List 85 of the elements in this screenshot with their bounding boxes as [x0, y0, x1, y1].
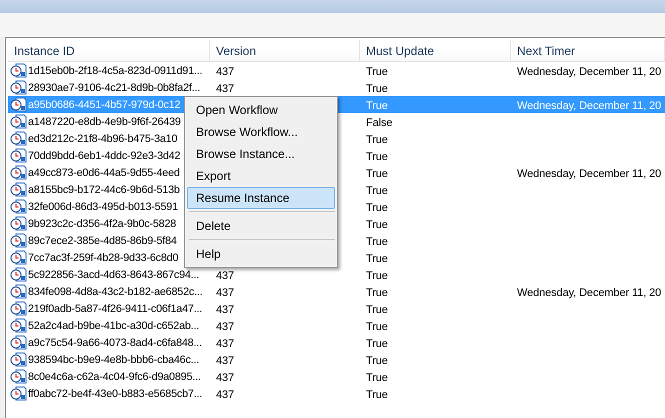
- menu-item[interactable]: Resume Instance: [187, 187, 335, 209]
- workflow-clock-icon: [10, 369, 27, 384]
- workflow-clock-icon: [10, 352, 27, 367]
- instance-id: 7cc7ac3f-259f-4b28-9d33-6c8d0: [28, 252, 178, 264]
- version-cell-text: 437: [215, 372, 234, 384]
- workflow-clock-icon: [10, 216, 27, 231]
- next-timer-cell-text: Wednesday, December 11, 20: [516, 286, 662, 298]
- workflow-clock-icon: [10, 284, 27, 299]
- must-update-cell-text: False: [365, 116, 392, 128]
- instance-id: a8155bc9-b172-44c6-9b6d-513b: [28, 184, 180, 196]
- menu-item[interactable]: Browse Instance...: [187, 143, 335, 165]
- column-header[interactable]: Version: [210, 40, 360, 62]
- must-update-cell-text: True: [365, 134, 388, 146]
- must-update-cell-text: True: [365, 320, 388, 332]
- instance-id: 28930ae7-9106-4c21-8d9b-0b8fa2f...: [28, 82, 200, 94]
- must-update-cell-text: True: [365, 304, 388, 316]
- version-cell-text: 437: [215, 270, 234, 282]
- must-update-cell-text: True: [365, 252, 388, 264]
- workflow-clock-icon: [10, 165, 27, 180]
- instance-id: 9b923c2c-d356-4f2a-9b0c-5828: [28, 218, 176, 230]
- must-update-cell-text: True: [365, 100, 388, 112]
- must-update-cell-text: True: [365, 202, 388, 214]
- instance-id: 219f0adb-5a87-4f26-9411-c06f1a47...: [28, 302, 202, 314]
- workflow-clock-icon: [10, 97, 27, 112]
- must-update-cell-text: True: [365, 184, 388, 196]
- must-update-cell-text: True: [365, 388, 388, 400]
- must-update-cell-text: True: [365, 218, 388, 230]
- next-timer-cell-text: Wednesday, December 11, 20: [516, 66, 662, 78]
- must-update-cell-text: True: [365, 150, 388, 162]
- must-update-cell-text: True: [365, 270, 388, 282]
- workflow-clock-icon: [10, 131, 27, 146]
- version-cell-text: 437: [215, 82, 234, 94]
- instance-id: 32fe006d-86d3-495d-b013-5591: [28, 200, 178, 212]
- workflow-clock-icon: [10, 267, 27, 282]
- must-update-cell-text: True: [365, 236, 388, 248]
- instance-id: ed3d212c-21f8-4b96-b475-3a10: [28, 132, 178, 144]
- version-cell-text: 437: [215, 66, 234, 78]
- version-cell-text: 437: [215, 286, 234, 298]
- workflow-clock-icon: [10, 182, 27, 197]
- instance-id: 5c922856-3acd-4d63-8643-867c94...: [28, 268, 200, 280]
- menu-item[interactable]: Help: [187, 243, 335, 265]
- instance-id: 8c0e4c6a-c62a-4c04-9fc6-d9a0895...: [28, 370, 201, 382]
- must-update-cell-text: True: [365, 66, 388, 78]
- workflow-clock-icon: [10, 199, 27, 214]
- instance-id: ff0abc72-be4f-43e0-b883-e5685cb7...: [28, 388, 202, 400]
- workflow-clock-icon: [10, 250, 27, 265]
- workflow-clock-icon: [10, 114, 27, 129]
- version-cell-text: 437: [215, 320, 234, 332]
- workflow-clock-icon: [10, 63, 27, 78]
- menu-item[interactable]: Export: [187, 165, 335, 187]
- workflow-clock-icon: [10, 148, 27, 163]
- workflow-clock-icon: [10, 80, 27, 95]
- version-cell-text: 437: [215, 304, 234, 316]
- instance-id: 89c7ece2-385e-4d85-86b9-5f84: [28, 234, 177, 246]
- workflow-clock-icon: [10, 335, 27, 350]
- instance-id: a1487220-e8db-4e9b-9f6f-26439: [28, 116, 181, 128]
- column-header[interactable]: Must Update: [360, 40, 511, 62]
- next-timer-cell-text: Wednesday, December 11, 20: [516, 100, 662, 112]
- workflow-clock-icon: [10, 318, 27, 333]
- must-update-cell-text: True: [365, 354, 388, 366]
- workflow-clock-icon: [10, 233, 27, 248]
- column-header[interactable]: Instance ID: [8, 40, 210, 62]
- workflow-clock-icon: [10, 386, 27, 401]
- must-update-cell-text: True: [365, 168, 388, 180]
- must-update-cell-text: True: [365, 286, 388, 298]
- version-cell-text: 437: [215, 388, 234, 400]
- menu-item[interactable]: Delete: [187, 215, 335, 237]
- must-update-cell-text: True: [365, 338, 388, 350]
- instance-id: 834fe098-4d8a-43c2-b182-ae6852c...: [28, 286, 202, 298]
- must-update-cell-text: True: [365, 82, 388, 94]
- instance-id: 70dd9bdd-6eb1-4ddc-92e3-3d42: [28, 150, 180, 162]
- must-update-cell-text: True: [365, 372, 388, 384]
- version-cell-text: 437: [215, 354, 234, 366]
- menu-item[interactable]: Open Workflow: [187, 99, 335, 121]
- version-cell-text: 437: [215, 338, 234, 350]
- instance-id: a95b0686-4451-4b57-979d-0c12: [28, 98, 180, 110]
- menu-item[interactable]: Browse Workflow...: [187, 121, 335, 143]
- workflow-clock-icon: [10, 301, 27, 316]
- instance-id: 1d15eb0b-2f18-4c5a-823d-0911d91...: [28, 64, 202, 76]
- instance-id: 938594bc-b9e9-4e8b-bbb6-cba46c...: [28, 354, 200, 366]
- instance-id: 52a2c4ad-b9be-41bc-a30d-c652ab...: [28, 320, 200, 332]
- instance-id: a49cc873-e0d6-44a5-9d55-4eed: [28, 166, 180, 178]
- column-header[interactable]: Next Timer: [511, 40, 665, 62]
- next-timer-cell-text: Wednesday, December 11, 20: [516, 168, 662, 180]
- instance-id: a9c75c54-9a66-4073-8ad4-c6fa848...: [28, 336, 202, 348]
